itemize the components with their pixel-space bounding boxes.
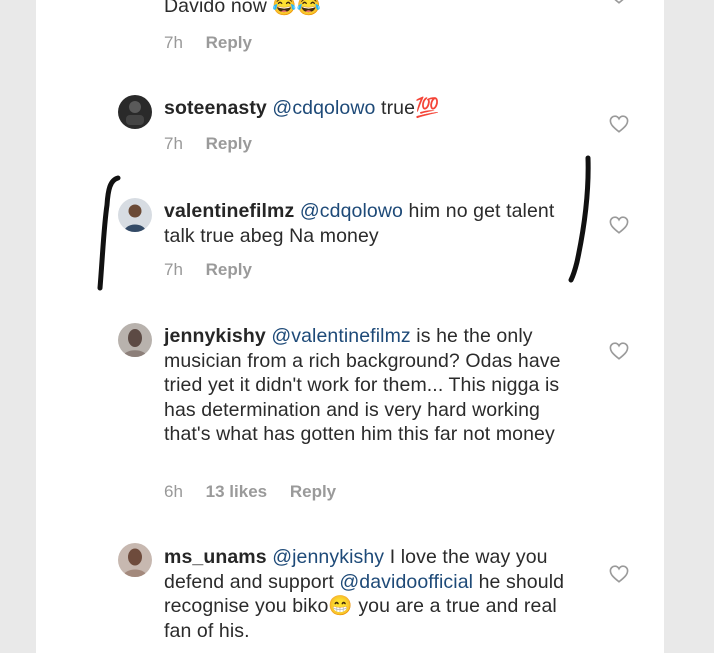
avatar[interactable] [118, 323, 152, 357]
comment-text-fragment: Davido now [164, 0, 267, 17]
heart-icon[interactable] [609, 565, 629, 583]
username-link[interactable]: soteenasty [164, 97, 267, 119]
mention-link[interactable]: @cdqolowo [272, 97, 375, 119]
comment-time: 7h [164, 260, 183, 279]
reply-button[interactable]: Reply [290, 482, 336, 501]
reply-button[interactable]: Reply [206, 33, 252, 52]
comment-text: Davido now 😂😂 [164, 0, 594, 19]
username-link[interactable]: jennykishy [164, 325, 266, 347]
comment-time: 6h [164, 482, 183, 501]
hundred-points-emoji-icon: 💯 [415, 97, 440, 119]
reply-button[interactable]: Reply [206, 260, 252, 279]
mention-link[interactable]: @jennykishy [272, 546, 384, 568]
mention-link[interactable]: @cdqolowo [300, 200, 403, 222]
comment-meta: 7h Reply [164, 134, 270, 154]
heart-icon[interactable] [609, 115, 629, 133]
comment-text: soteenasty @cdqolowo true💯 [164, 96, 594, 121]
comment-meta: 7h Reply [164, 33, 270, 53]
likes-count[interactable]: 13 likes [206, 482, 267, 501]
mention-link[interactable]: @davidoofficial [339, 571, 473, 593]
username-link[interactable]: ms_unams [164, 546, 267, 568]
comment-text: jennykishy @valentinefilmz is he the onl… [164, 324, 589, 447]
comment-time: 7h [164, 33, 183, 52]
avatar[interactable] [118, 198, 152, 232]
reply-button[interactable]: Reply [206, 134, 252, 153]
comment-time: 7h [164, 134, 183, 153]
comment-body: true [381, 97, 416, 119]
mention-link[interactable]: @valentinefilmz [271, 325, 410, 347]
heart-icon[interactable] [609, 216, 629, 234]
grinning-emoji-icon: 😁 [328, 595, 353, 617]
heart-icon[interactable] [609, 0, 629, 4]
comment-text: valentinefilmz @cdqolowo him no get tale… [164, 199, 584, 248]
avatar[interactable] [118, 543, 152, 577]
laughing-emoji-icon: 😂😂 [272, 0, 322, 17]
comment-meta: 7h Reply [164, 260, 270, 280]
comment-meta: 6h 13 likes Reply [164, 482, 354, 502]
username-link[interactable]: valentinefilmz [164, 200, 294, 222]
comment-text: ms_unams @jennykishy I love the way you … [164, 545, 584, 643]
heart-icon[interactable] [609, 342, 629, 360]
avatar[interactable] [118, 95, 152, 129]
comments-panel: Davido now 😂😂 7h Reply soteenasty @cdqol… [36, 0, 664, 653]
